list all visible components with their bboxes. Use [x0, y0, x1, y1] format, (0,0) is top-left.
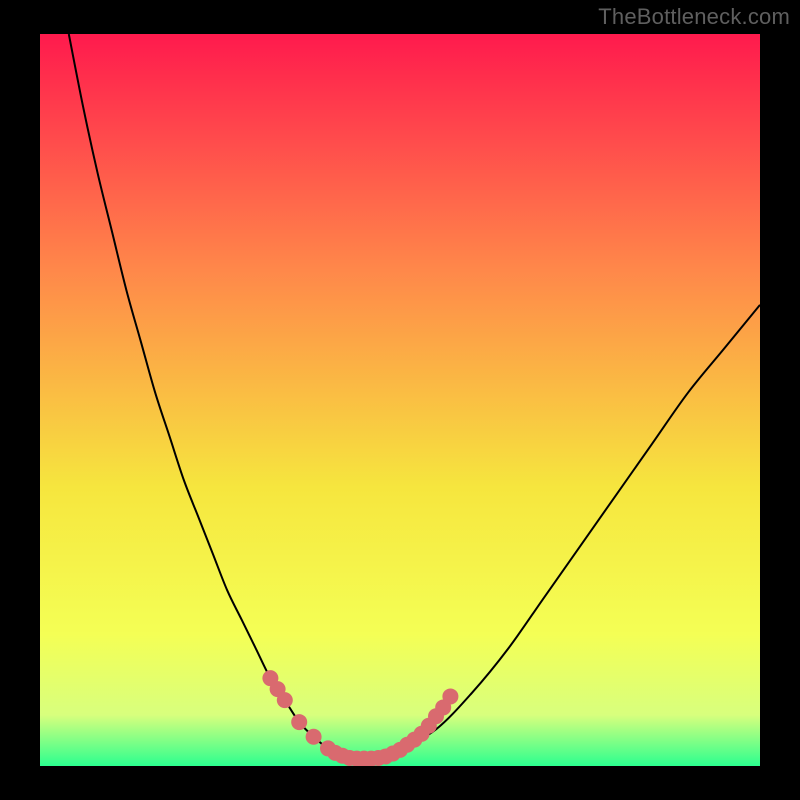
- gradient-bg: [40, 34, 760, 766]
- marker-dot: [306, 729, 322, 745]
- chart-frame: TheBottleneck.com: [0, 0, 800, 800]
- plot-area: [40, 34, 760, 766]
- marker-dot: [277, 692, 293, 708]
- marker-dot: [291, 714, 307, 730]
- watermark-text: TheBottleneck.com: [598, 4, 790, 30]
- chart-svg: [40, 34, 760, 766]
- marker-dot: [442, 688, 458, 704]
